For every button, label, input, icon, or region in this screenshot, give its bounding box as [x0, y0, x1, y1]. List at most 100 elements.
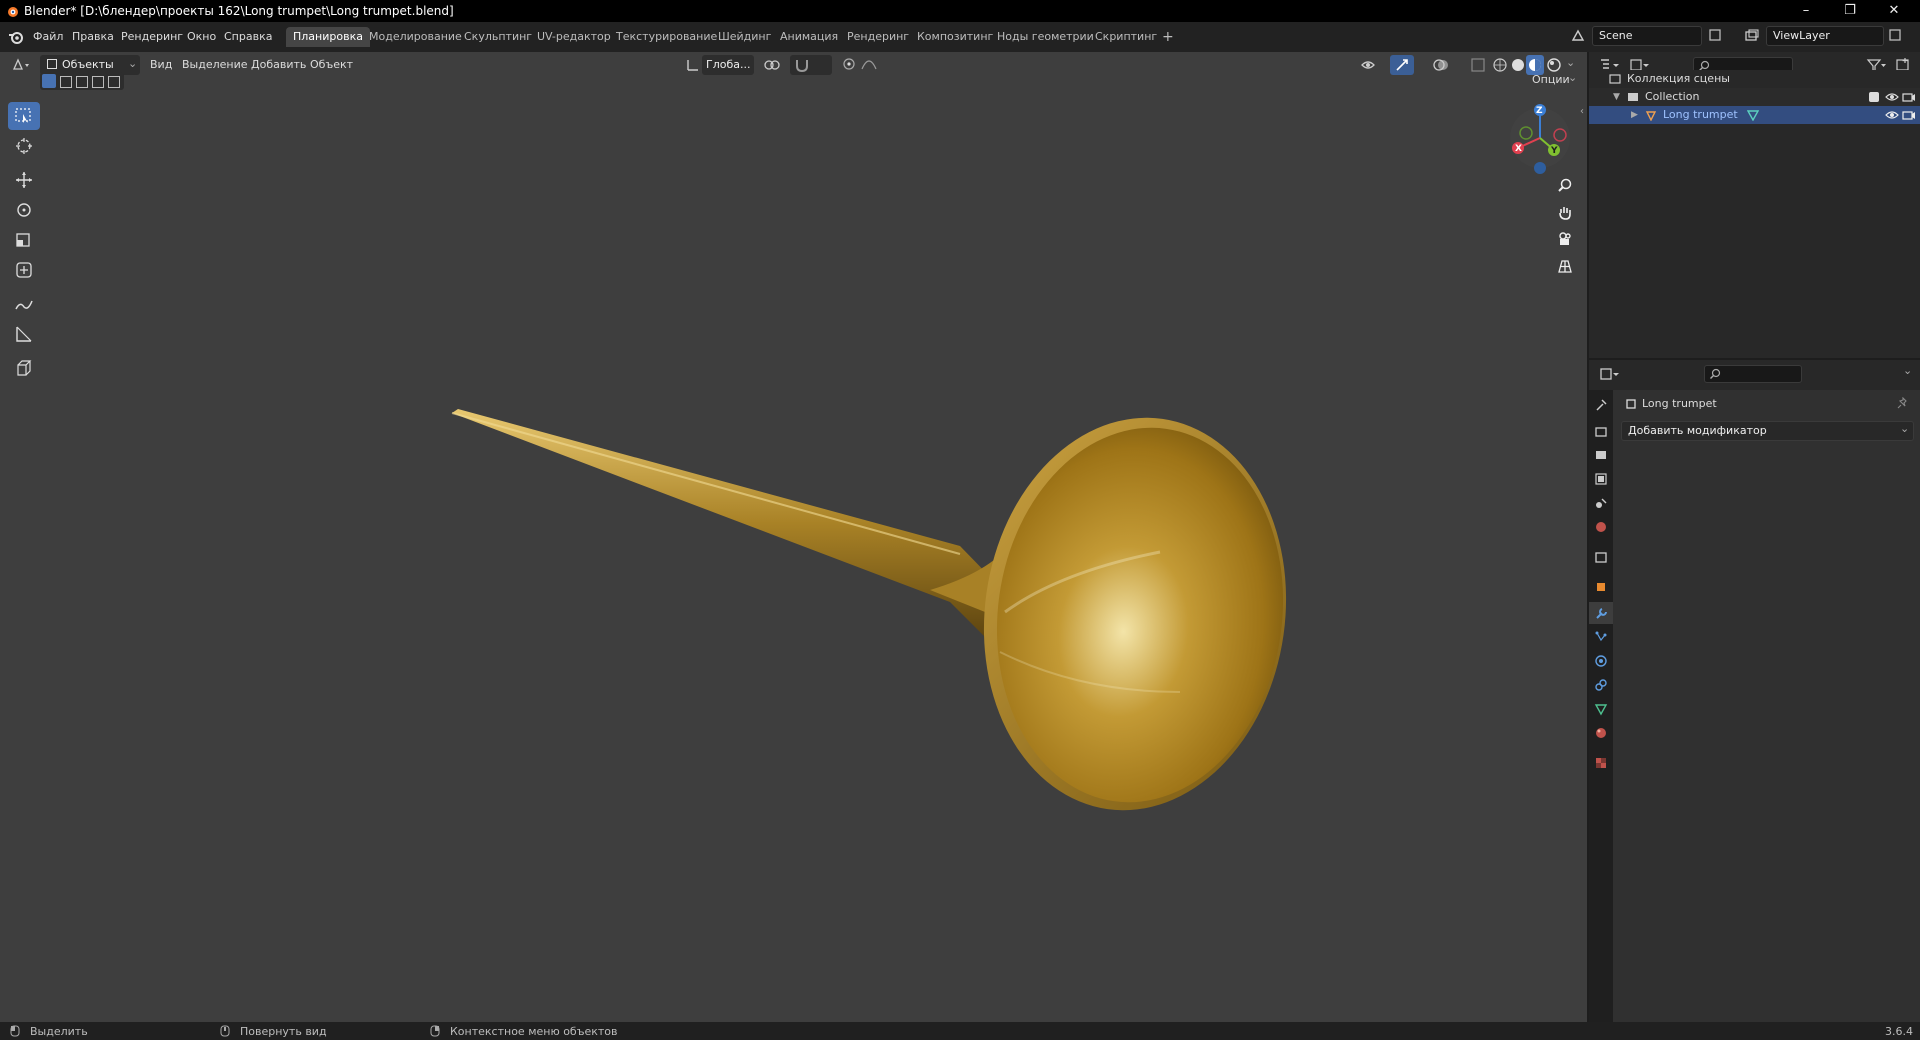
new-view-layer-icon[interactable] [1888, 28, 1902, 42]
properties-options-chevron-icon[interactable]: ⌄ [1903, 364, 1912, 377]
output-tab-icon[interactable] [1594, 448, 1608, 462]
object-tab-icon[interactable] [1594, 580, 1608, 594]
snap-toggle[interactable] [790, 55, 832, 75]
properties-editor-type-icon[interactable] [1599, 366, 1621, 382]
visibility-selectability-icon[interactable] [1360, 57, 1384, 73]
measure-tool[interactable] [8, 320, 40, 348]
object-data-tab-icon[interactable] [1594, 702, 1608, 716]
render-tab-icon[interactable] [1594, 424, 1608, 438]
select-intersect-icon[interactable] [108, 76, 120, 88]
view-layer-selector[interactable]: ViewLayer [1766, 26, 1884, 46]
maximize-button[interactable]: ❐ [1828, 0, 1872, 22]
scene-icon[interactable] [1570, 28, 1586, 44]
zoom-button[interactable] [1552, 172, 1578, 198]
editor-type-icon[interactable] [12, 57, 30, 73]
world-tab-icon[interactable] [1594, 520, 1608, 534]
tab-rendering[interactable]: Рендеринг [840, 27, 916, 47]
menu-help[interactable]: Справка [224, 30, 272, 43]
scene-selector[interactable]: Scene [1592, 26, 1702, 46]
add-modifier-label: Добавить модификатор [1628, 424, 1767, 437]
outliner-row-collection[interactable]: ▼ Collection [1589, 88, 1920, 106]
add-workspace-button[interactable]: + [1155, 27, 1181, 47]
view-layer-icon[interactable] [1744, 28, 1760, 44]
expand-object-icon[interactable]: ▶ [1631, 106, 1638, 124]
menu-render[interactable]: Рендеринг [121, 30, 183, 43]
material-tab-icon[interactable] [1594, 726, 1608, 740]
texture-tab-icon[interactable] [1594, 756, 1608, 770]
tab-sculpting[interactable]: Скульптинг [457, 27, 539, 47]
solid-shading-icon[interactable] [1510, 57, 1526, 73]
add-cube-tool[interactable] [8, 354, 40, 382]
tab-texture-paint[interactable]: Текстурирование [609, 27, 724, 47]
move-tool[interactable] [8, 166, 40, 194]
eye-icon[interactable] [1885, 109, 1899, 121]
scale-tool[interactable] [8, 226, 40, 254]
menu-edit[interactable]: Правка [72, 30, 114, 43]
exclude-checkbox[interactable] [1869, 92, 1879, 102]
constraints-tab-icon[interactable] [1594, 678, 1608, 692]
mesh-data-icon[interactable] [1747, 109, 1759, 121]
wireframe-shading-icon[interactable] [1492, 57, 1508, 73]
overlays-icon[interactable] [1432, 57, 1450, 73]
menu-select[interactable]: Выделение [182, 58, 248, 71]
tab-modeling[interactable]: Моделирование [362, 27, 469, 47]
select-extend-icon[interactable] [60, 76, 72, 88]
close-button[interactable]: ✕ [1872, 0, 1916, 22]
tab-compositing[interactable]: Композитинг [910, 27, 1000, 47]
new-scene-icon[interactable] [1708, 28, 1722, 42]
menu-view[interactable]: Вид [150, 58, 172, 71]
menu-window[interactable]: Окно [187, 30, 216, 43]
modifier-tab-active[interactable] [1589, 602, 1613, 624]
eye-icon[interactable] [1885, 91, 1899, 103]
proportional-editing-icon[interactable] [842, 57, 856, 71]
view-layer-tab-icon[interactable] [1594, 472, 1608, 486]
add-modifier-dropdown[interactable]: Добавить модификатор ⌄ [1621, 421, 1914, 441]
tool-tab-icon[interactable] [1594, 398, 1608, 412]
cursor-tool[interactable] [8, 132, 40, 160]
tab-uv-editing[interactable]: UV-редактор [530, 27, 618, 47]
pan-button[interactable] [1552, 199, 1578, 225]
3d-viewport[interactable]: Объекты ⌄ Вид Выделение Добавить Объект … [0, 52, 1587, 1022]
camera-view-button[interactable] [1552, 226, 1578, 252]
rotate-tool[interactable] [8, 196, 40, 224]
select-box-tool[interactable] [8, 102, 40, 130]
select-new-icon[interactable] [42, 74, 56, 88]
transform-tool[interactable] [8, 256, 40, 284]
long-trumpet-object[interactable] [0, 52, 1587, 1022]
outliner-row-scene-collection[interactable]: Коллекция сцены [1589, 70, 1920, 88]
select-subtract-icon[interactable] [76, 76, 88, 88]
tab-scripting[interactable]: Скриптинг [1088, 27, 1164, 47]
menu-add[interactable]: Добавить [251, 58, 306, 71]
shading-options-chevron-icon[interactable]: ⌄ [1566, 56, 1575, 69]
pivot-point-icon[interactable] [762, 57, 786, 73]
properties-search-input[interactable] [1704, 365, 1802, 383]
minimize-button[interactable]: – [1784, 0, 1828, 22]
particles-tab-icon[interactable] [1594, 630, 1608, 644]
falloff-icon[interactable] [860, 57, 878, 71]
options-dropdown[interactable]: Опции ⌄ [1526, 71, 1578, 88]
collection-tab-icon[interactable] [1594, 550, 1608, 564]
render-camera-icon[interactable] [1902, 109, 1916, 121]
pin-icon[interactable] [1897, 397, 1909, 409]
tab-geometry-nodes[interactable]: Ноды геометрии [990, 27, 1101, 47]
menu-file[interactable]: Файл [33, 30, 63, 43]
sidebar-toggle-chevron-icon[interactable]: ‹ [1580, 106, 1584, 117]
expand-collection-icon[interactable]: ▼ [1613, 88, 1620, 106]
outliner-row-long-trumpet[interactable]: ▶ Long trumpet [1589, 106, 1920, 124]
collection-icon [1628, 93, 1638, 101]
perspective-toggle-button[interactable] [1552, 253, 1578, 279]
menu-object[interactable]: Объект [310, 58, 353, 71]
xray-icon[interactable] [1470, 57, 1486, 73]
annotate-tool[interactable] [8, 290, 40, 318]
gizmo-toggle[interactable] [1390, 55, 1414, 75]
rendered-shading-icon[interactable] [1546, 57, 1562, 73]
tab-animation[interactable]: Анимация [773, 27, 845, 47]
scene-tab-icon[interactable] [1594, 496, 1608, 510]
select-invert-icon[interactable] [92, 76, 104, 88]
tab-shading[interactable]: Шейдинг [711, 27, 778, 47]
transform-orientation-selector[interactable]: Глоба... [702, 55, 754, 75]
render-camera-icon[interactable] [1902, 91, 1916, 103]
physics-tab-icon[interactable] [1594, 654, 1608, 668]
blender-menu-icon[interactable] [8, 29, 24, 45]
tab-layout[interactable]: Планировка [286, 27, 370, 47]
